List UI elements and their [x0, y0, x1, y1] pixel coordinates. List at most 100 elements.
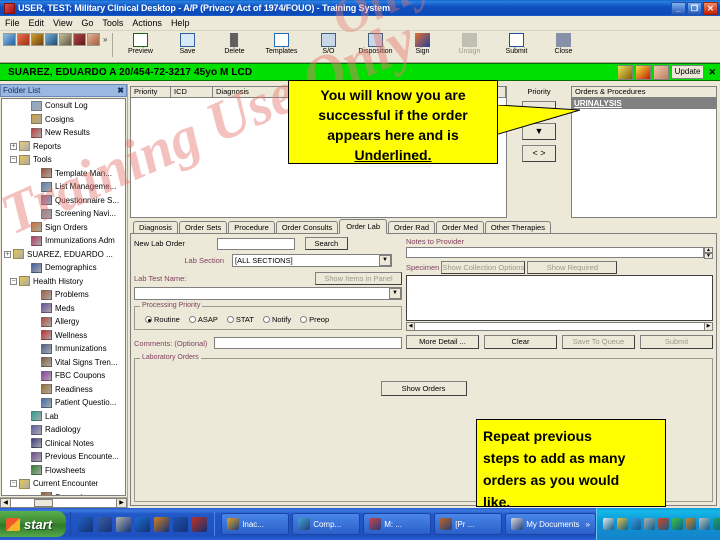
tab-order-sets[interactable]: Order Sets: [178, 221, 228, 233]
scroll-track[interactable]: [11, 498, 116, 508]
tab-order-rad[interactable]: Order Rad: [388, 221, 436, 233]
taskbar-task[interactable]: M: ...: [363, 513, 432, 535]
toolbar-button-submit[interactable]: Submit: [494, 33, 538, 56]
scroll-thumb[interactable]: [34, 499, 53, 507]
sidebar-item[interactable]: Screening: [2, 491, 125, 495]
specimen-list[interactable]: [406, 275, 713, 321]
toolbar-button-disposition[interactable]: Disposition: [353, 33, 397, 56]
banner-close-icon[interactable]: ✕: [706, 67, 718, 78]
scroll-left-icon[interactable]: ◀: [0, 498, 11, 508]
toolbar-overflow-icon[interactable]: »: [103, 35, 107, 44]
task-overflow-icon[interactable]: »: [586, 520, 590, 529]
menu-item-actions[interactable]: Actions: [132, 18, 162, 28]
specimen-hscrollbar[interactable]: ◀ ▶: [406, 322, 713, 331]
maximize-button[interactable]: ❐: [687, 1, 702, 15]
search-button[interactable]: Search: [304, 237, 348, 250]
tab-other-therapies[interactable]: Other Therapies: [484, 221, 551, 233]
mail-icon[interactable]: [603, 518, 614, 530]
column-header-icd[interactable]: ICD: [171, 87, 213, 97]
more-detail-button[interactable]: More Detail ...: [406, 335, 479, 349]
word-icon[interactable]: [97, 516, 113, 532]
menu-item-edit[interactable]: Edit: [29, 18, 45, 28]
tab-diagnosis[interactable]: Diagnosis: [133, 221, 178, 233]
sidebar-item[interactable]: Patient Questio...: [2, 396, 125, 410]
comments-input[interactable]: [214, 337, 402, 349]
antivirus-icon[interactable]: [671, 518, 683, 530]
open-icon[interactable]: [17, 33, 30, 46]
toolbar-button-templates[interactable]: Templates: [259, 33, 303, 56]
tree-expander-icon[interactable]: +: [4, 250, 11, 258]
save-to-queue-button[interactable]: Save To Queue: [562, 335, 635, 349]
explorer-icon[interactable]: [135, 516, 151, 532]
sidebar-item[interactable]: Radiology: [2, 423, 125, 437]
globe-icon[interactable]: [713, 518, 720, 530]
priority-radio-notify[interactable]: Notify: [262, 315, 291, 324]
sidebar-item[interactable]: New Results: [2, 126, 125, 140]
priority-radio-stat[interactable]: STAT: [226, 315, 254, 324]
sidebar-item[interactable]: Demographics: [2, 261, 125, 275]
clear-button[interactable]: Clear: [484, 335, 557, 349]
show-required-comments-button[interactable]: Show Required Comments: [527, 261, 618, 283]
sidebar-item[interactable]: Allergy: [2, 315, 125, 329]
chevron-down-icon[interactable]: ▼: [379, 255, 391, 266]
sidebar-item[interactable]: FBC Coupons: [2, 369, 125, 383]
column-header-priority[interactable]: Priority: [131, 87, 171, 97]
priority-radio-asap[interactable]: ASAP: [188, 315, 218, 324]
sidebar-item[interactable]: Readiness: [2, 383, 125, 397]
sidebar-item[interactable]: Template Man...: [2, 167, 125, 181]
tree-expander-icon[interactable]: −: [10, 277, 17, 285]
tree-expander-icon[interactable]: +: [10, 142, 17, 150]
sidebar-item[interactable]: Immunizations Adm: [2, 234, 125, 248]
new-lab-order-input[interactable]: [216, 237, 295, 250]
sidebar-item[interactable]: − Current Encounter: [2, 477, 125, 491]
tab-procedure[interactable]: Procedure: [228, 221, 275, 233]
sidebar-item[interactable]: Meds: [2, 302, 125, 316]
tab-order-med[interactable]: Order Med: [436, 221, 484, 233]
taskbar-task[interactable]: Comp...: [292, 513, 361, 535]
chart-icon[interactable]: [45, 33, 58, 46]
patient-icon[interactable]: [87, 33, 100, 46]
clock-icon[interactable]: [154, 516, 170, 532]
sidebar-item[interactable]: + Reports: [2, 140, 125, 154]
submit-button[interactable]: Submit: [640, 335, 713, 349]
sync-icon[interactable]: [699, 518, 711, 530]
scroll-left-icon[interactable]: ◀: [406, 322, 415, 331]
notes-to-provider-input[interactable]: [406, 247, 704, 258]
folder-list-close-icon[interactable]: ✖: [117, 86, 124, 95]
pen-icon[interactable]: [59, 33, 72, 46]
tab-order-lab[interactable]: Order Lab: [339, 219, 388, 234]
toolbar-button-preview[interactable]: Preview: [118, 33, 162, 56]
lab-test-name-combo[interactable]: ▼: [134, 287, 402, 300]
alert-warning-icon[interactable]: [634, 64, 651, 80]
toolbar-button-close-doc[interactable]: Close: [541, 33, 585, 56]
tree-expander-icon[interactable]: −: [10, 156, 17, 164]
radio-button-icon[interactable]: [226, 316, 234, 323]
show-orders-button[interactable]: Show Orders: [380, 381, 467, 396]
sidebar-item[interactable]: Flowsheets: [2, 464, 125, 478]
sidebar-item[interactable]: − Health History: [2, 275, 125, 289]
sidebar-item[interactable]: Lab: [2, 410, 125, 424]
toolbar-button-unsign[interactable]: Unsign: [447, 33, 491, 56]
sidebar-item[interactable]: Clinical Notes: [2, 437, 125, 451]
sidebar-item[interactable]: Questionnaire S...: [2, 194, 125, 208]
new-note-icon[interactable]: [3, 33, 16, 46]
toolbar-button-sign[interactable]: Sign: [400, 33, 444, 56]
show-collection-options-button[interactable]: Show Collection Options: [441, 261, 526, 274]
radio-button-icon[interactable]: [145, 316, 152, 323]
clock-tray-icon[interactable]: [616, 518, 628, 530]
sidebar-item[interactable]: Wellness: [2, 329, 125, 343]
sidebar-item[interactable]: List Manageme...: [2, 180, 125, 194]
taskbar-task[interactable]: My Documents »: [505, 513, 596, 535]
sidebar-item[interactable]: − Tools: [2, 153, 125, 167]
taskbar-task[interactable]: [Pr ...: [434, 513, 503, 535]
priority-radio-preop[interactable]: Preop: [300, 315, 329, 324]
scroll-right-icon[interactable]: ▶: [116, 498, 127, 508]
print-icon[interactable]: [116, 516, 132, 532]
ppt-icon[interactable]: [192, 516, 208, 532]
sidebar-item[interactable]: Problems: [2, 288, 125, 302]
menu-item-help[interactable]: Help: [171, 18, 190, 28]
minimize-button[interactable]: _: [671, 1, 686, 15]
toolbar-button-delete[interactable]: Delete: [212, 33, 256, 56]
sidebar-item[interactable]: Immunizations: [2, 342, 125, 356]
radio-button-icon[interactable]: [188, 316, 196, 323]
